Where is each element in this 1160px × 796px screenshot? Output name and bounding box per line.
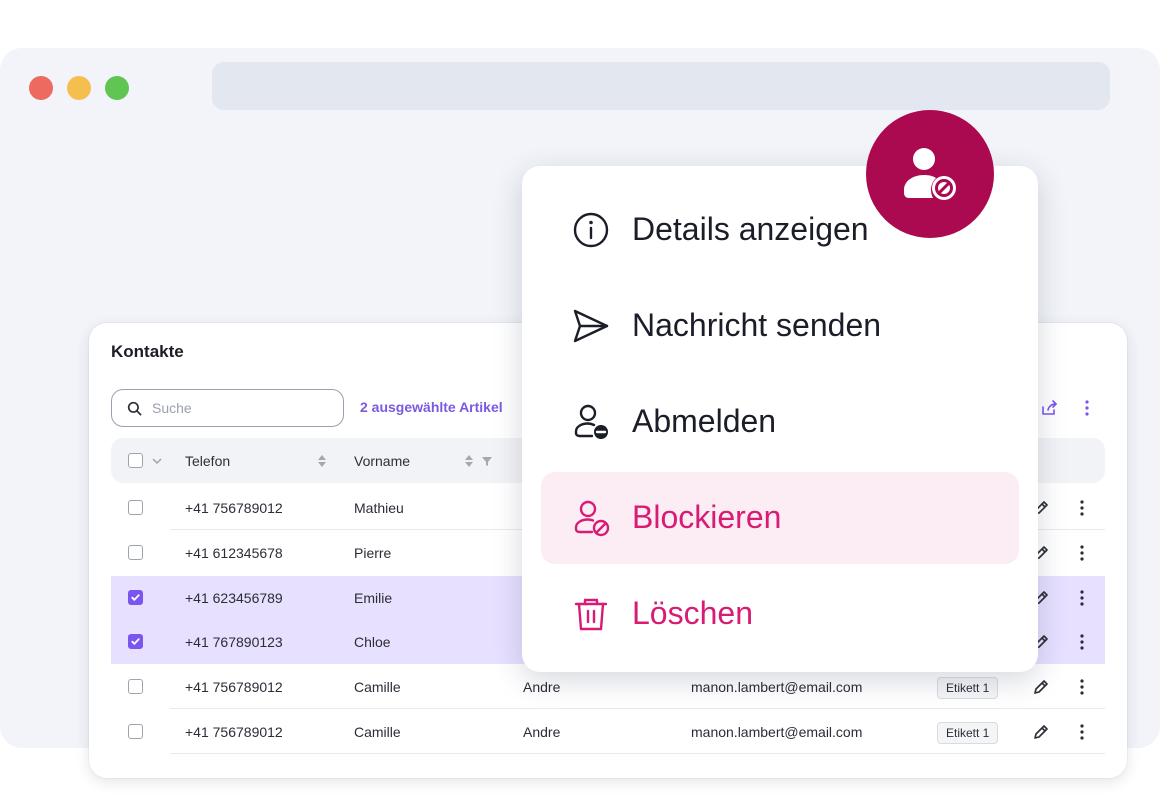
share-icon[interactable] (1039, 398, 1059, 418)
info-icon (573, 212, 609, 248)
filter-icon[interactable] (480, 453, 494, 469)
menu-item-label: Blockieren (632, 499, 782, 535)
menu-item-label: Abmelden (632, 403, 777, 439)
more-vertical-icon[interactable] (1077, 398, 1097, 418)
cell-telefon: +41 623456789 (185, 590, 283, 606)
user-remove-icon (574, 404, 608, 439)
row-checkbox[interactable] (128, 724, 143, 739)
selected-count[interactable]: 2 ausgewählte Artikel (360, 399, 503, 415)
cell-vorname: Pierre (354, 545, 392, 561)
window-minimize-button[interactable] (67, 76, 91, 100)
address-bar[interactable] (212, 62, 1110, 110)
block-user-badge (866, 110, 994, 238)
user-block-icon (904, 148, 956, 200)
column-header-telefon[interactable]: Telefon (185, 453, 230, 469)
checkmark-icon (131, 638, 140, 645)
column-header-vorname[interactable]: Vorname (354, 453, 410, 469)
cell-vorname: Camille (354, 679, 401, 695)
cell-nachname: Andre (523, 724, 561, 740)
menu-item-send-message[interactable]: Nachricht senden (541, 280, 1019, 372)
cell-vorname: Mathieu (354, 500, 404, 516)
more-vertical-icon[interactable] (1072, 632, 1092, 652)
search-icon (127, 401, 142, 415)
cell-telefon: +41 756789012 (185, 679, 283, 695)
cell-nachname: Andre (523, 679, 561, 695)
cell-telefon: +41 767890123 (185, 634, 283, 650)
row-divider (170, 708, 1105, 709)
checkmark-icon (131, 594, 140, 601)
menu-item-delete[interactable]: Löschen (541, 568, 1019, 660)
row-divider (170, 753, 1105, 754)
context-menu: Details anzeigen Nachricht senden Abmeld… (522, 166, 1038, 672)
window-maximize-button[interactable] (105, 76, 129, 100)
search-placeholder: Suche (152, 400, 192, 416)
chevron-down-icon[interactable] (151, 455, 163, 467)
cell-email: manon.lambert@email.com (691, 679, 863, 695)
window-close-button[interactable] (29, 76, 53, 100)
edit-icon[interactable] (1031, 722, 1051, 742)
table-row[interactable]: +41 756789012 Camille Andre manon.lamber… (111, 710, 1105, 754)
more-vertical-icon[interactable] (1072, 588, 1092, 608)
trash-icon (574, 598, 608, 631)
menu-item-unsubscribe[interactable]: Abmelden (541, 376, 1019, 468)
select-all-checkbox[interactable] (128, 453, 143, 468)
menu-item-label: Details anzeigen (632, 211, 869, 247)
menu-item-label: Nachricht senden (632, 307, 882, 343)
cell-telefon: +41 756789012 (185, 724, 283, 740)
cell-vorname: Emilie (354, 590, 393, 606)
cell-vorname: Chloe (354, 634, 391, 650)
more-vertical-icon[interactable] (1072, 498, 1092, 518)
search-input[interactable]: Suche (111, 389, 344, 427)
more-vertical-icon[interactable] (1072, 677, 1092, 697)
edit-icon[interactable] (1031, 677, 1051, 697)
cell-telefon: +41 612345678 (185, 545, 283, 561)
row-checkbox-checked[interactable] (128, 634, 143, 649)
menu-item-block[interactable]: Blockieren (541, 472, 1019, 564)
sort-icon[interactable] (315, 453, 329, 469)
cell-telefon: +41 756789012 (185, 500, 283, 516)
more-vertical-icon[interactable] (1072, 543, 1092, 563)
row-checkbox[interactable] (128, 500, 143, 515)
tag-badge: Etikett 1 (937, 677, 999, 699)
sort-icon[interactable] (462, 453, 476, 469)
send-icon (573, 309, 609, 343)
tag-badge: Etikett 1 (937, 722, 999, 744)
more-vertical-icon[interactable] (1072, 722, 1092, 742)
row-checkbox-checked[interactable] (128, 590, 143, 605)
page-title: Kontakte (111, 342, 184, 361)
cell-email: manon.lambert@email.com (691, 724, 863, 740)
menu-item-label: Löschen (632, 595, 753, 631)
row-checkbox[interactable] (128, 679, 143, 694)
row-checkbox[interactable] (128, 545, 143, 560)
cell-vorname: Camille (354, 724, 401, 740)
user-block-icon (574, 500, 610, 537)
